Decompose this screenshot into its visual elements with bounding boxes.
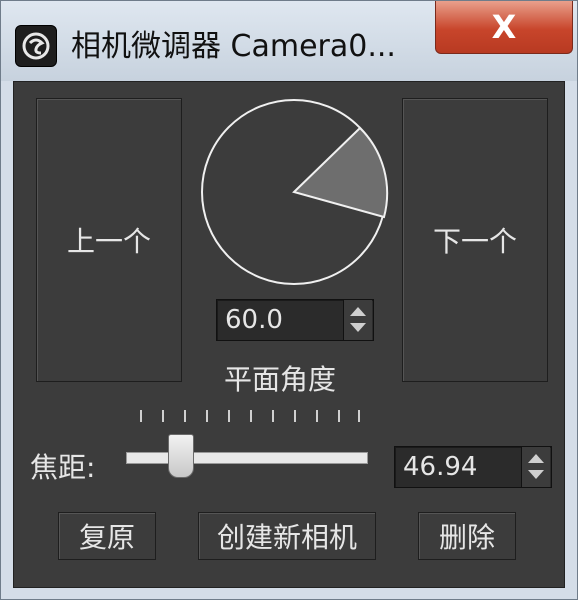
camera-tuner-window: 相机微调器 Camera0... X 上一个 平面角度 下一个 — [0, 0, 578, 600]
angle-dial[interactable] — [194, 92, 394, 292]
spin-up-icon[interactable] — [528, 454, 544, 463]
focus-label: 焦距: — [30, 451, 96, 484]
reset-label: 复原 — [78, 521, 135, 554]
main-panel: 上一个 平面角度 下一个 — [13, 81, 565, 588]
window-title: 相机微调器 Camera0... — [71, 29, 396, 64]
3dsmax-logo-icon — [15, 25, 57, 67]
slider-ticks — [140, 410, 360, 424]
angle-spin-arrows[interactable] — [343, 300, 372, 340]
title-bar[interactable]: 相机微调器 Camera0... X — [1, 1, 577, 81]
close-button[interactable]: X — [435, 1, 573, 54]
next-camera-label: 下一个 — [432, 225, 517, 258]
spin-down-icon[interactable] — [350, 323, 366, 332]
close-icon: X — [491, 8, 517, 46]
next-camera-button[interactable]: 下一个 — [402, 98, 548, 382]
delete-button[interactable]: 删除 — [418, 512, 516, 560]
create-camera-button[interactable]: 创建新相机 — [198, 512, 376, 560]
prev-camera-label: 上一个 — [66, 225, 151, 258]
angle-input[interactable] — [217, 300, 343, 340]
angle-spinner[interactable] — [216, 299, 374, 341]
angle-label: 平面角度 — [224, 363, 337, 396]
delete-label: 删除 — [438, 521, 495, 554]
create-camera-label: 创建新相机 — [216, 521, 357, 554]
focus-slider-thumb[interactable] — [168, 434, 194, 478]
focus-spin-arrows[interactable] — [521, 447, 550, 487]
focus-spinner[interactable] — [394, 446, 552, 488]
spin-down-icon[interactable] — [528, 470, 544, 479]
focus-slider-track[interactable] — [126, 452, 368, 464]
focus-input[interactable] — [395, 447, 521, 487]
spin-up-icon[interactable] — [350, 307, 366, 316]
reset-button[interactable]: 复原 — [58, 512, 156, 560]
prev-camera-button[interactable]: 上一个 — [36, 98, 182, 382]
